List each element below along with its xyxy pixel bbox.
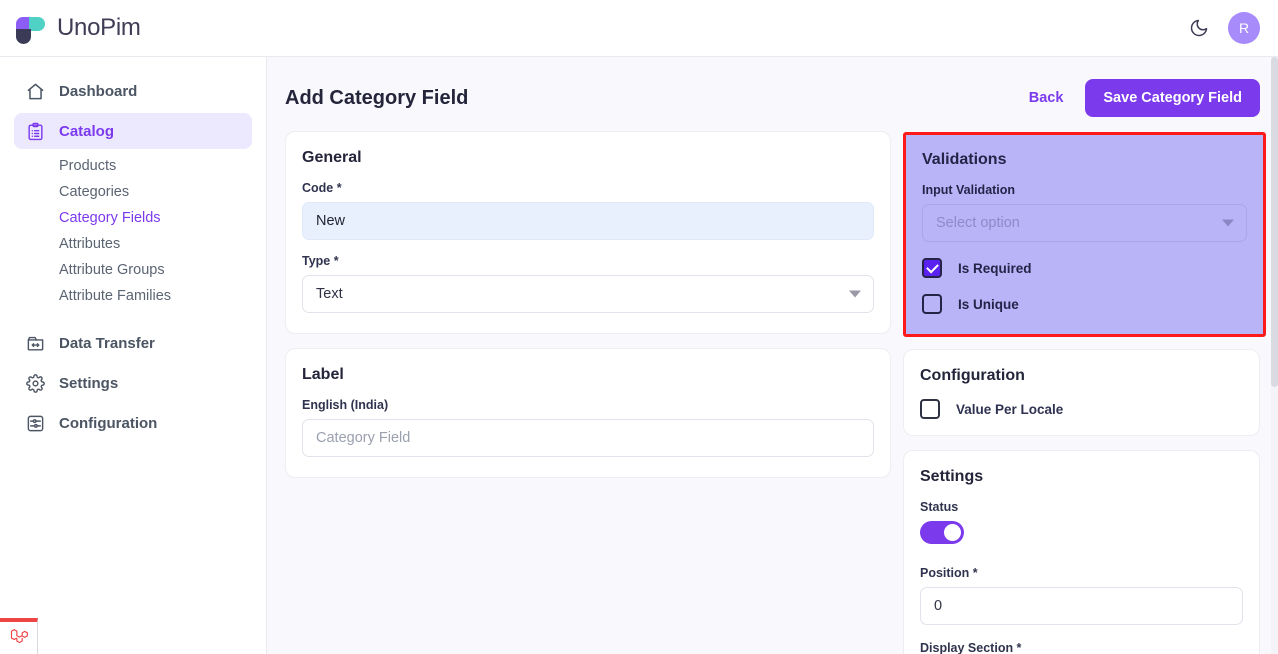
- brand-logo[interactable]: UnoPim: [14, 11, 141, 45]
- sidebar-item-label: Catalog: [59, 123, 114, 140]
- sidebar-item-attributes[interactable]: Attributes: [8, 231, 258, 257]
- is-required-row[interactable]: Is Required: [922, 258, 1247, 278]
- code-label: Code *: [302, 181, 874, 195]
- position-group: Position * 0: [920, 566, 1243, 625]
- is-unique-label: Is Unique: [958, 297, 1019, 312]
- position-input[interactable]: 0: [920, 587, 1243, 625]
- unopim-logo-icon: [14, 11, 48, 45]
- label-card: Label English (India) Category Field: [285, 348, 891, 478]
- configuration-card-title: Configuration: [920, 367, 1243, 385]
- sidebar-item-label: Dashboard: [59, 83, 137, 100]
- page-header-actions: Back Save Category Field: [1025, 79, 1260, 117]
- is-required-label: Is Required: [958, 261, 1032, 276]
- form-columns: General Code * New Type * Text: [267, 131, 1278, 654]
- status-label: Status: [920, 500, 1243, 514]
- sidebar: Dashboard Catalog Products Categories Ca…: [0, 57, 267, 654]
- value-per-locale-label: Value Per Locale: [956, 402, 1063, 417]
- value-per-locale-checkbox[interactable]: [920, 399, 940, 419]
- validations-highlight-box: Validations Input Validation Select opti…: [903, 132, 1266, 337]
- clipboard-list-icon: [24, 120, 46, 142]
- app-root: UnoPim R Dashboard: [0, 0, 1278, 654]
- label-card-title: Label: [302, 366, 874, 384]
- is-unique-checkbox[interactable]: [922, 294, 942, 314]
- code-field-group: Code * New: [302, 181, 874, 240]
- type-label: Type *: [302, 254, 874, 268]
- main-content: Add Category Field Back Save Category Fi…: [267, 57, 1278, 654]
- value-per-locale-row[interactable]: Value Per Locale: [920, 399, 1243, 419]
- sidebar-item-label: Configuration: [59, 415, 157, 432]
- input-validation-select[interactable]: Select option: [922, 204, 1247, 242]
- sidebar-spacer: [8, 309, 258, 321]
- status-toggle-knob: [944, 524, 961, 541]
- status-toggle[interactable]: [920, 521, 964, 544]
- body: Dashboard Catalog Products Categories Ca…: [0, 57, 1278, 654]
- general-card: General Code * New Type * Text: [285, 131, 891, 334]
- moon-icon[interactable]: [1186, 15, 1212, 41]
- validations-card: Validations Input Validation Select opti…: [906, 135, 1263, 334]
- configuration-card: Configuration Value Per Locale: [903, 349, 1260, 436]
- chevron-down-icon: [1222, 220, 1234, 227]
- chevron-down-icon: [849, 291, 861, 298]
- sidebar-item-settings[interactable]: Settings: [14, 365, 252, 401]
- input-validation-group: Input Validation Select option: [922, 183, 1247, 242]
- save-category-field-button[interactable]: Save Category Field: [1085, 79, 1260, 117]
- sidebar-item-categories[interactable]: Categories: [8, 179, 258, 205]
- is-unique-row[interactable]: Is Unique: [922, 294, 1247, 314]
- gear-icon: [24, 372, 46, 394]
- right-column: Validations Input Validation Select opti…: [903, 131, 1260, 654]
- page-scrollbar-thumb[interactable]: [1271, 57, 1278, 387]
- type-field-group: Type * Text: [302, 254, 874, 313]
- sliders-icon: [24, 412, 46, 434]
- sidebar-item-products[interactable]: Products: [8, 153, 258, 179]
- sidebar-item-data-transfer[interactable]: Data Transfer: [14, 325, 252, 361]
- avatar[interactable]: R: [1228, 12, 1260, 44]
- sidebar-item-catalog[interactable]: Catalog: [14, 113, 252, 149]
- brand-name: UnoPim: [57, 14, 141, 42]
- label-input[interactable]: Category Field: [302, 419, 874, 457]
- status-group: Status: [920, 500, 1243, 544]
- sidebar-item-dashboard[interactable]: Dashboard: [14, 73, 252, 109]
- code-input[interactable]: New: [302, 202, 874, 240]
- left-column: General Code * New Type * Text: [285, 131, 891, 492]
- top-bar: UnoPim R: [0, 0, 1278, 57]
- top-bar-actions: R: [1186, 12, 1260, 44]
- type-select[interactable]: Text: [302, 275, 874, 313]
- settings-card-title: Settings: [920, 468, 1243, 486]
- sidebar-item-attribute-families[interactable]: Attribute Families: [8, 283, 258, 309]
- sidebar-item-label: Settings: [59, 375, 118, 392]
- sidebar-item-label: Data Transfer: [59, 335, 155, 352]
- locale-field-group: English (India) Category Field: [302, 398, 874, 457]
- page-scrollbar[interactable]: [1271, 57, 1278, 654]
- transfer-folder-icon: [24, 332, 46, 354]
- sidebar-item-attribute-groups[interactable]: Attribute Groups: [8, 257, 258, 283]
- home-icon: [24, 80, 46, 102]
- back-button[interactable]: Back: [1025, 84, 1068, 112]
- sidebar-item-category-fields[interactable]: Category Fields: [8, 205, 258, 231]
- page-header: Add Category Field Back Save Category Fi…: [267, 57, 1278, 131]
- input-validation-value: Select option: [936, 215, 1020, 231]
- sidebar-item-configuration[interactable]: Configuration: [14, 405, 252, 441]
- input-validation-label: Input Validation: [922, 183, 1247, 197]
- position-label: Position *: [920, 566, 1243, 580]
- is-required-checkbox[interactable]: [922, 258, 942, 278]
- type-select-value: Text: [316, 286, 343, 302]
- settings-card: Settings Status Position * 0 Display Sec…: [903, 450, 1260, 654]
- laravel-debugbar-toggle[interactable]: [0, 618, 38, 654]
- locale-label: English (India): [302, 398, 874, 412]
- validations-card-title: Validations: [922, 151, 1247, 169]
- laravel-icon: [9, 626, 29, 651]
- page-title: Add Category Field: [285, 87, 468, 110]
- general-card-title: General: [302, 149, 874, 167]
- display-section-label: Display Section *: [920, 641, 1243, 654]
